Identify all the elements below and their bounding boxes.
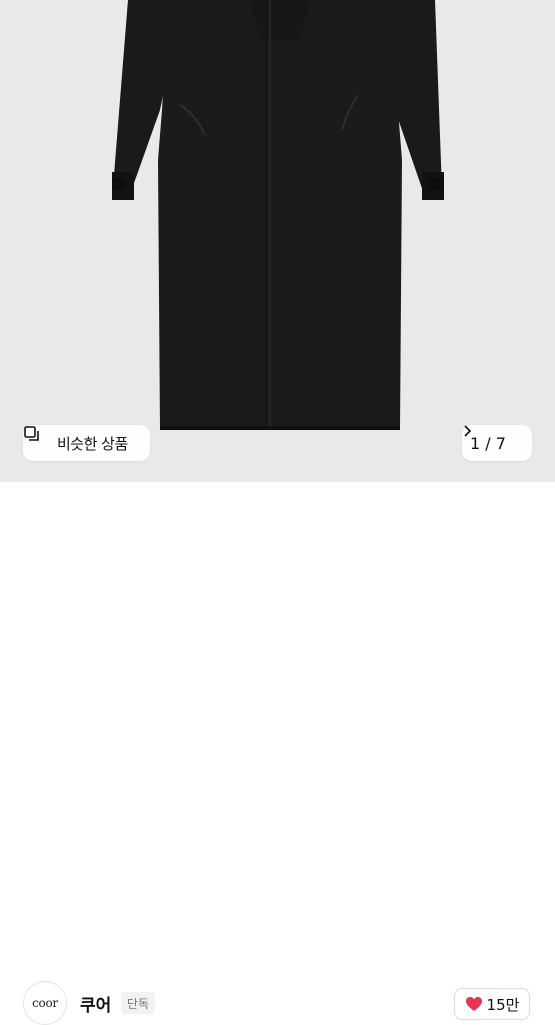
page-indicator: 1 / 7 [470,433,506,453]
image-pager[interactable]: 1 / 7 [462,425,532,461]
like-button[interactable]: 15만 [454,988,530,1020]
exclusive-badge: 단독 [121,992,156,1014]
seller-avatar[interactable]: coor [23,981,67,1025]
similar-products-label: 비슷한 상품 [57,434,128,453]
coat-illustration [0,0,555,482]
similar-products-button[interactable]: 비슷한 상품 [23,425,150,461]
seller-name[interactable]: 쿠어 [80,991,111,1016]
seller-logo-text: coor [32,996,58,1010]
heart-icon [465,996,483,1012]
seller-bar: coor 쿠어 단독 15만 [0,482,555,1025]
product-image[interactable]: 비슷한 상품 1 / 7 [0,0,555,482]
similar-icon [24,426,51,452]
like-count: 15만 [486,995,520,1014]
chevron-right-icon [464,425,524,449]
